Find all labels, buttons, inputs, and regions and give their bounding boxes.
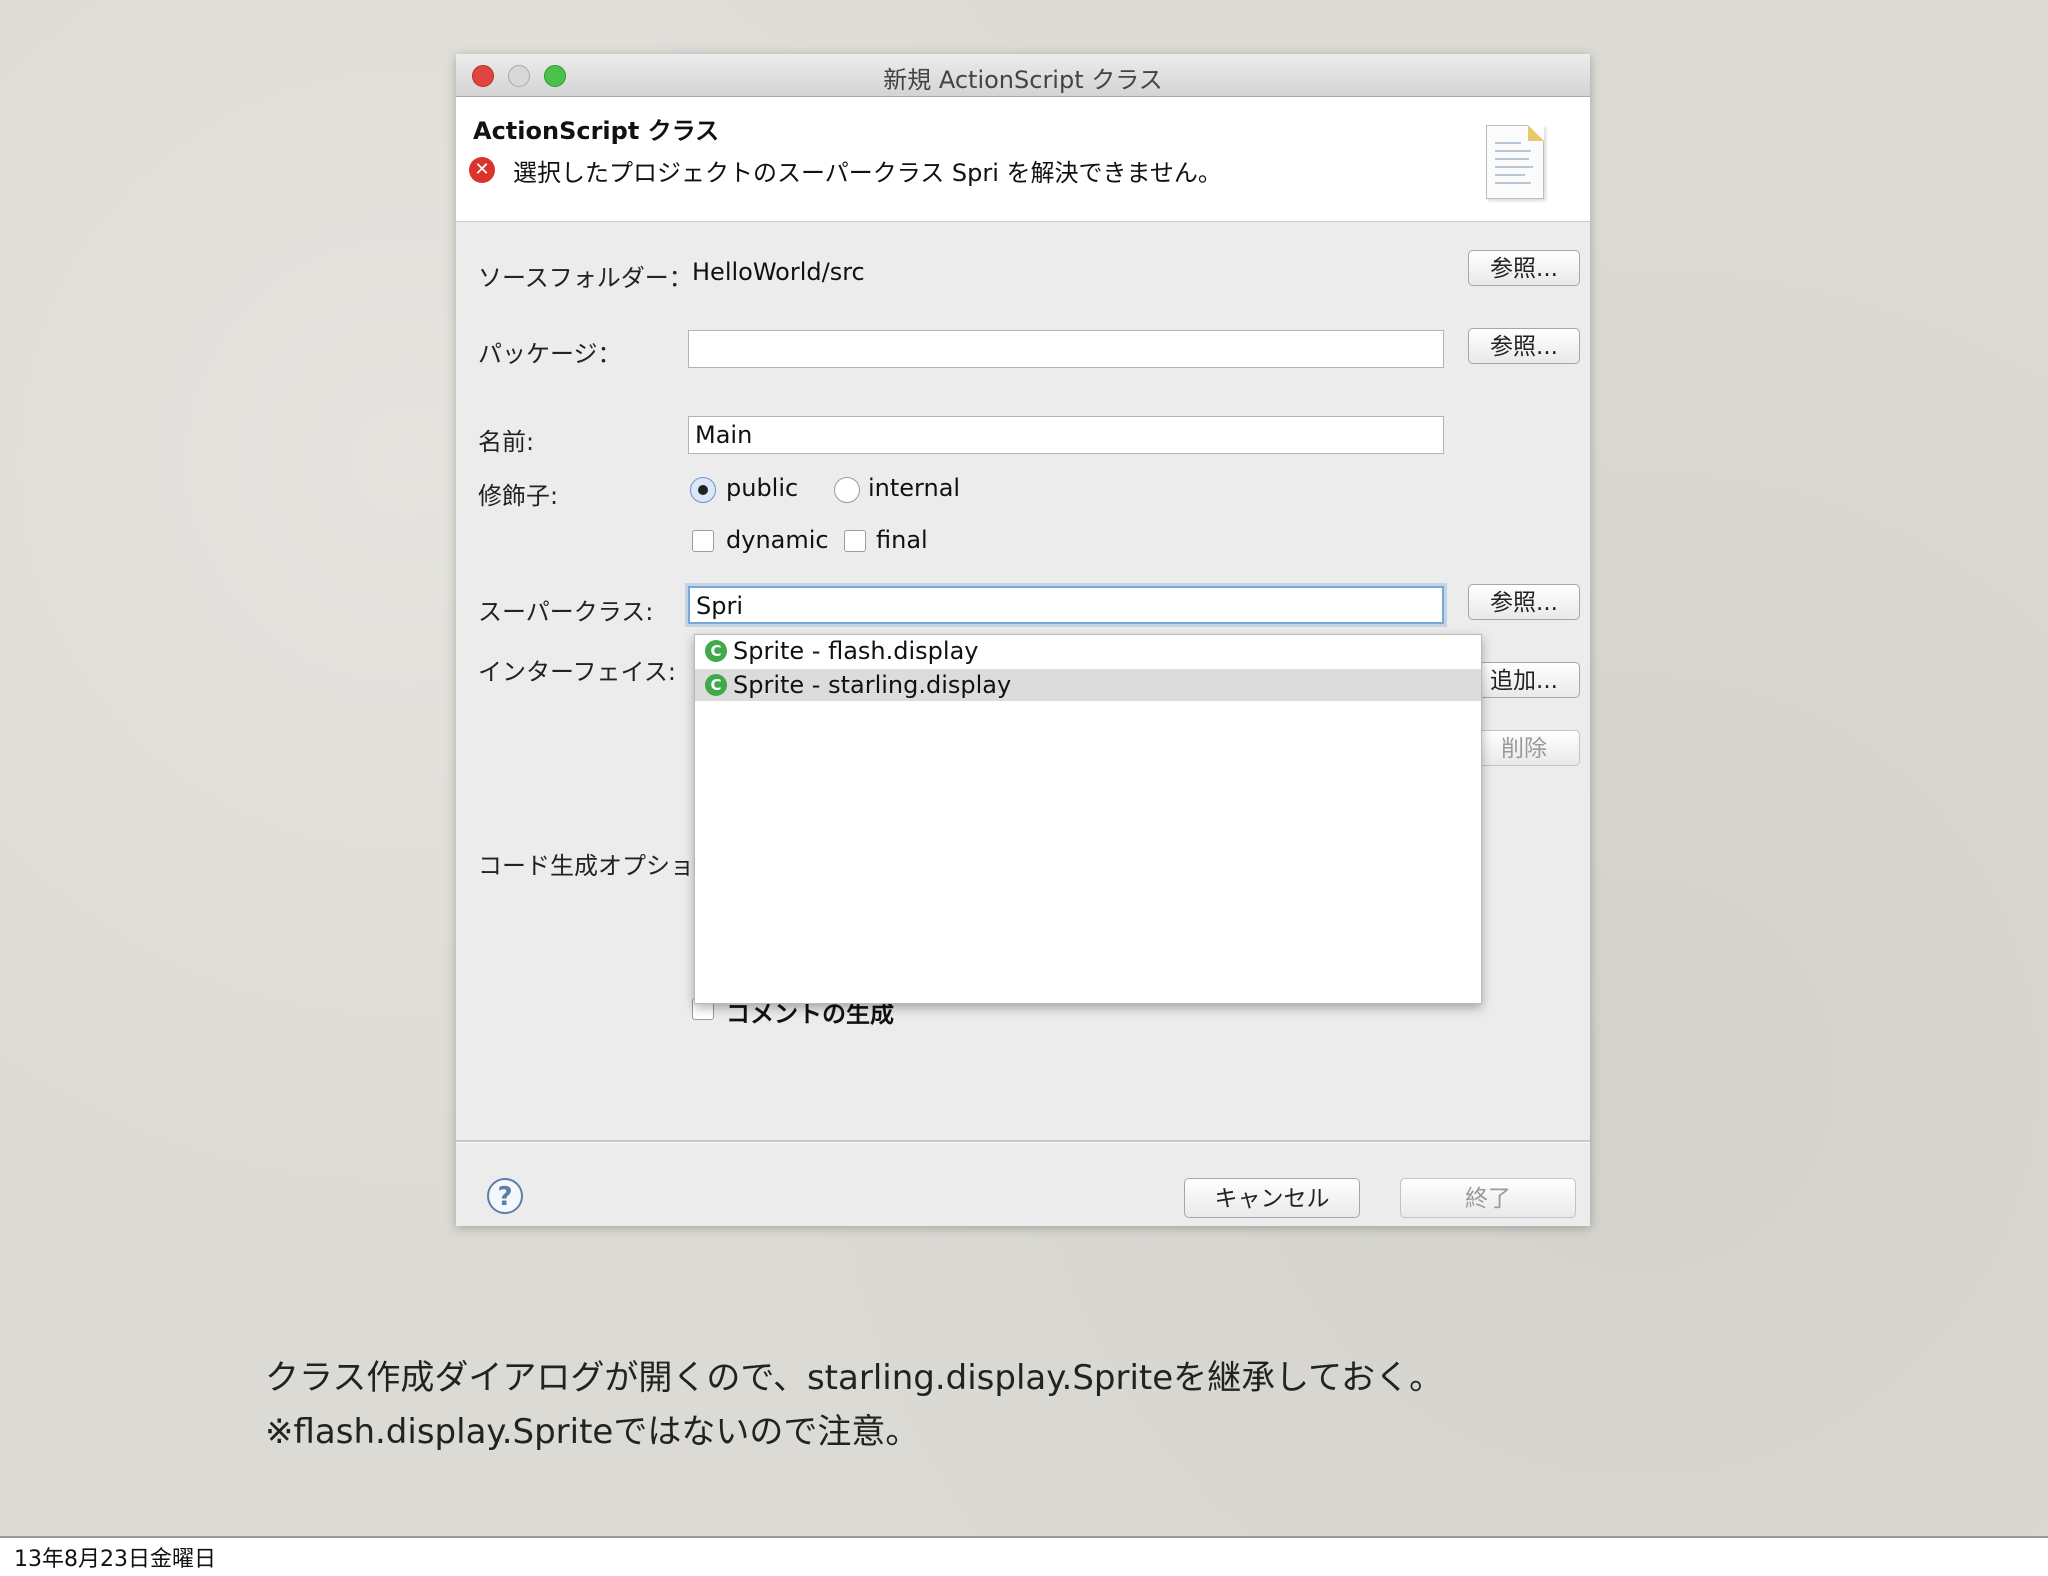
document-icon <box>1486 125 1544 199</box>
autocomplete-item-label: Sprite - flash.display <box>733 637 979 665</box>
public-radio[interactable] <box>690 477 716 503</box>
codegen-options-label: コード生成オプション <box>478 852 718 880</box>
superclass-autocomplete-popup: C Sprite - flash.display C Sprite - star… <box>694 634 1482 1004</box>
internal-radio[interactable] <box>834 477 860 503</box>
browse-package-button[interactable]: 参照... <box>1468 328 1580 364</box>
footer-separator <box>456 1140 1590 1143</box>
cancel-button[interactable]: キャンセル <box>1184 1178 1360 1218</box>
slide-background: 新規 ActionScript クラス ActionScript クラス ✕ 選… <box>0 0 2048 1538</box>
class-icon: C <box>705 640 727 662</box>
modifier-label: 修飾子: <box>478 482 559 510</box>
internal-radio-label: internal <box>868 474 961 502</box>
add-interface-button[interactable]: 追加... <box>1468 662 1580 698</box>
autocomplete-item-starling-sprite[interactable]: C Sprite - starling.display <box>695 669 1481 701</box>
source-folder-label: ソースフォルダー： <box>478 264 693 292</box>
dialog-header: ActionScript クラス ✕ 選択したプロジェクトのスーパークラス Sp… <box>456 97 1590 222</box>
error-message: 選択したプロジェクトのスーパークラス Spri を解決できません。 <box>513 159 1222 187</box>
window-title: 新規 ActionScript クラス <box>883 66 1163 94</box>
package-input[interactable] <box>688 330 1444 368</box>
name-label: 名前: <box>478 428 535 456</box>
dynamic-checkbox-label: dynamic <box>726 526 829 554</box>
autocomplete-item-flash-sprite[interactable]: C Sprite - flash.display <box>695 635 1481 667</box>
name-input[interactable]: Main <box>688 416 1444 454</box>
browse-source-folder-button[interactable]: 参照... <box>1468 250 1580 286</box>
final-checkbox-label: final <box>876 526 928 554</box>
source-folder-value: HelloWorld/src <box>692 258 865 286</box>
superclass-label: スーパークラス: <box>478 598 654 626</box>
package-label: パッケージ： <box>478 340 622 368</box>
title-bar: 新規 ActionScript クラス <box>456 54 1590 97</box>
browse-superclass-button[interactable]: 参照... <box>1468 584 1580 620</box>
dynamic-checkbox[interactable] <box>692 530 714 552</box>
error-icon: ✕ <box>469 157 495 183</box>
slide-footer-date: 13年8月23日金曜日 <box>14 1547 216 1572</box>
slide-caption-line2: ※flash.display.Spriteではないので注意。 <box>265 1412 920 1452</box>
finish-button[interactable]: 終了 <box>1400 1178 1576 1218</box>
public-radio-label: public <box>726 474 799 502</box>
interface-label: インターフェイス: <box>478 658 676 686</box>
remove-interface-button[interactable]: 削除 <box>1468 730 1580 766</box>
help-icon[interactable]: ? <box>487 1178 523 1214</box>
superclass-input[interactable]: Spri <box>688 586 1444 624</box>
autocomplete-item-label: Sprite - starling.display <box>733 671 1012 699</box>
class-icon: C <box>705 674 727 696</box>
final-checkbox[interactable] <box>844 530 866 552</box>
header-title: ActionScript クラス <box>473 117 720 145</box>
slide-caption-line1: クラス作成ダイアログが開くので、starling.display.Spriteを… <box>265 1358 1444 1398</box>
